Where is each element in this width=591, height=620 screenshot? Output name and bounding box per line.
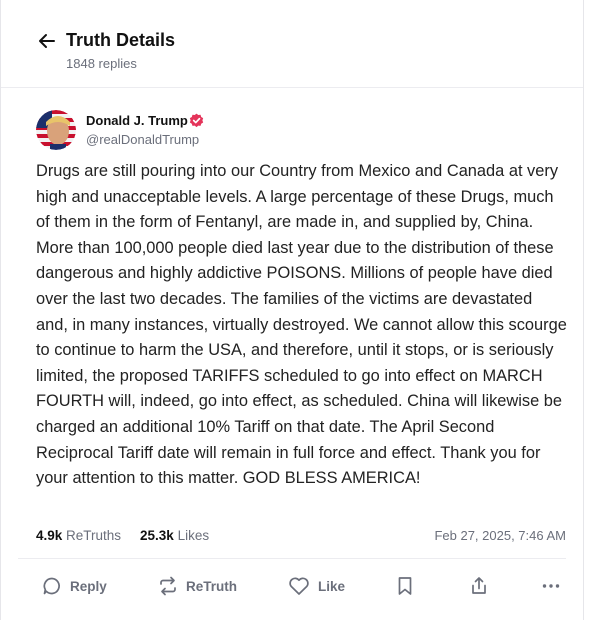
share-button[interactable]: [469, 574, 489, 598]
verified-badge-icon: [189, 113, 204, 128]
likes-count: 25.3k: [140, 528, 174, 543]
replies-count: 1848 replies: [66, 56, 137, 71]
post-date: Feb 27, 2025, 7:46 AM: [434, 528, 566, 543]
retruths-stat[interactable]: 4.9k ReTruths: [36, 528, 121, 543]
speech-bubble-icon: [43, 577, 60, 595]
post-stats: 4.9k ReTruths 25.3k Likes Feb 27, 2025, …: [36, 528, 566, 548]
share-upload-icon: [472, 577, 486, 594]
bookmark-button[interactable]: [396, 574, 414, 598]
left-border: [0, 0, 1, 620]
avatar-image: [36, 110, 76, 150]
stats-divider: [18, 558, 566, 559]
author-name[interactable]: Donald J. Trump: [86, 113, 188, 128]
ellipsis-icon: [542, 584, 560, 588]
heart-icon: [289, 577, 309, 595]
page-title: Truth Details: [66, 30, 176, 50]
header-divider: [1, 87, 583, 88]
likes-stat[interactable]: 25.3k Likes: [140, 528, 209, 543]
retruth-button[interactable]: ReTruth: [158, 574, 237, 598]
post-author: Donald J. Trump @realDonaldTrump: [36, 110, 556, 152]
bookmark-icon: [398, 577, 412, 595]
right-border: [583, 0, 584, 620]
reply-label: Reply: [70, 578, 107, 594]
arrow-left-icon: [39, 34, 55, 48]
retruth-label: ReTruth: [186, 578, 238, 594]
retruths-count: 4.9k: [36, 528, 63, 543]
retruths-label: ReTruths: [66, 528, 122, 543]
repost-arrows-icon: [160, 576, 176, 596]
author-handle[interactable]: @realDonaldTrump: [86, 132, 199, 147]
action-bar: Reply ReTruth Like: [0, 574, 584, 600]
like-label: Like: [318, 578, 346, 594]
reply-button[interactable]: Reply: [42, 574, 107, 598]
post-body-text: Drugs are still pouring into our Country…: [36, 162, 567, 488]
likes-label: Likes: [177, 528, 210, 543]
more-options-button[interactable]: [541, 574, 561, 598]
like-button[interactable]: Like: [288, 574, 345, 598]
back-button[interactable]: [36, 30, 58, 52]
avatar[interactable]: [36, 110, 76, 150]
